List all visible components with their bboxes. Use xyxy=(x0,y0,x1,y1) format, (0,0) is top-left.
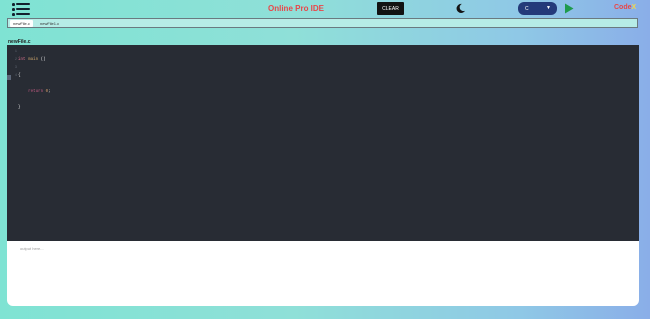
keyword-token: int xyxy=(18,58,26,62)
code-line: { xyxy=(18,72,51,80)
line-number: 1 xyxy=(14,50,17,54)
code-line: int main () xyxy=(18,56,51,64)
code-x-logo: CodeX xyxy=(614,4,636,11)
code-token: { xyxy=(18,74,21,78)
logo-mark-text: X xyxy=(631,4,637,11)
menu-icon[interactable] xyxy=(12,2,30,16)
code-line: return 0; xyxy=(18,88,51,96)
indent-token xyxy=(18,90,28,94)
code-token: () xyxy=(38,58,46,62)
chevron-down-icon: ▼ xyxy=(546,5,551,11)
tab-newfile-c[interactable]: newFile.c xyxy=(10,20,33,27)
app-title: Online Pro IDE xyxy=(268,4,325,13)
run-play-icon[interactable] xyxy=(564,3,574,14)
code-token: ; xyxy=(48,90,51,94)
line-number: 3 xyxy=(14,66,17,70)
line-number-gutter: 1 2 3 4 xyxy=(7,48,17,80)
code-editor[interactable]: 1 2 3 4 int main () { return 0; } xyxy=(7,45,639,241)
function-token: main xyxy=(28,58,39,62)
code-lines[interactable]: int main () { return 0; } xyxy=(18,48,51,120)
language-select[interactable]: C ▼ xyxy=(518,2,557,15)
file-tabs-bar: newFile.c newFile1.c xyxy=(7,18,638,28)
language-select-value: C xyxy=(525,5,529,12)
return-token: return xyxy=(28,90,44,94)
logo-main-text: Code xyxy=(614,4,632,11)
output-placeholder: output here... xyxy=(20,246,44,251)
clear-button[interactable]: CLEAR xyxy=(377,2,404,15)
tab-newfile1-c[interactable]: newFile1.c xyxy=(37,20,62,27)
dark-mode-moon-icon[interactable] xyxy=(455,3,466,14)
line-number: 2 xyxy=(14,58,17,62)
code-line: } xyxy=(18,104,51,112)
output-panel[interactable]: output here... xyxy=(7,241,639,306)
line-number: 4 xyxy=(14,74,17,78)
code-token: } xyxy=(18,106,21,110)
